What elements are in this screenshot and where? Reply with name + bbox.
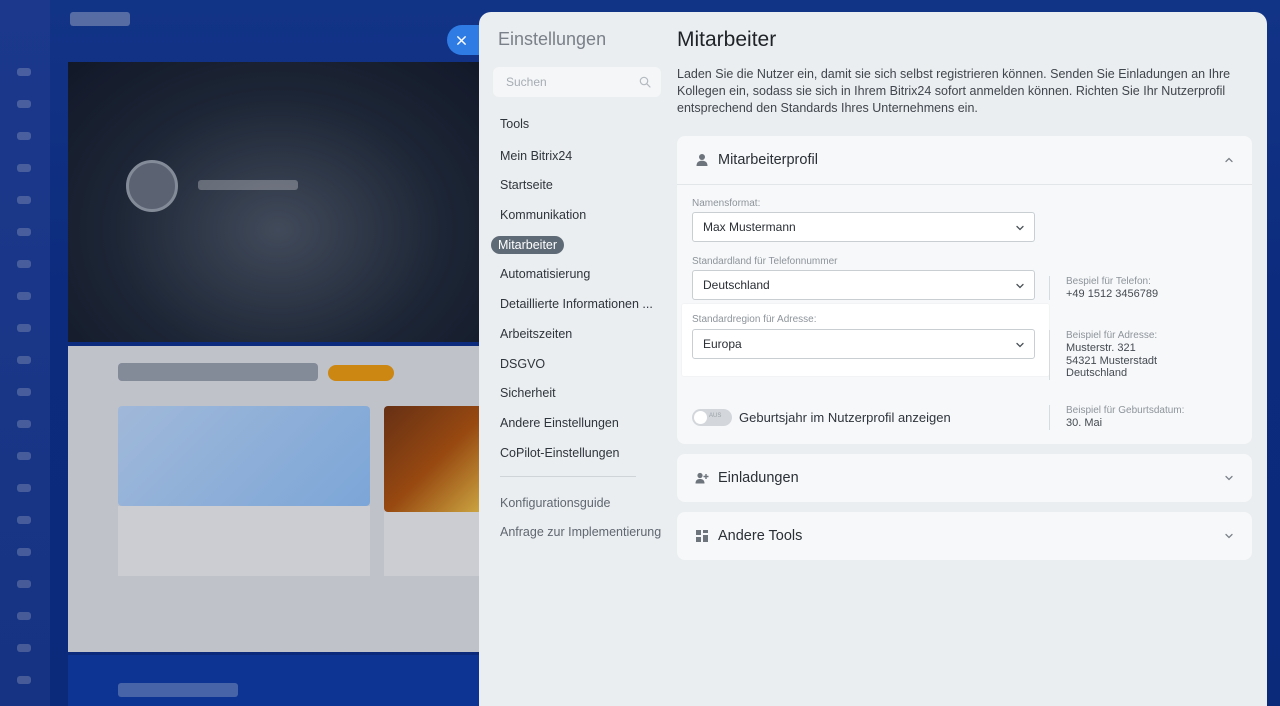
sidebar-item-mein-bitrix24[interactable]: Mein Bitrix24	[500, 149, 572, 163]
page-title: Mitarbeiter	[677, 28, 777, 51]
toggle-knob	[694, 411, 707, 424]
sidebar-title: Einstellungen	[498, 29, 607, 49]
section-mitarbeiterprofil-header[interactable]: Mitarbeiterprofil	[677, 136, 1252, 184]
section-mitarbeiterprofil: Mitarbeiterprofil Namensformat: Max Must…	[677, 136, 1252, 444]
chevron-up-icon[interactable]	[1224, 155, 1234, 165]
page-description: Laden Sie die Nutzer ein, damit sie sich…	[677, 67, 1231, 115]
section-andere-tools-header[interactable]: Andere Tools	[677, 512, 1252, 560]
sidebar-item-arbeitszeiten[interactable]: Arbeitszeiten	[500, 327, 572, 341]
address-example-label: Beispiel für Adresse:	[1066, 330, 1158, 341]
chevron-down-icon[interactable]	[1224, 531, 1234, 541]
sidebar-item-mitarbeiter[interactable]: Mitarbeiter	[491, 236, 565, 254]
sidebar-item-automatisierung[interactable]: Automatisierung	[500, 267, 590, 281]
settings-sidebar: Einstellungen Tools Mein Bitrix24 Starts…	[479, 12, 665, 706]
address-example-line: Deutschland	[1066, 367, 1128, 379]
chevron-down-icon	[1016, 225, 1024, 231]
section-title: Andere Tools	[718, 528, 803, 544]
sidebar-item-konfigurationsguide[interactable]: Konfigurationsguide	[500, 496, 611, 510]
chevron-down-icon	[1016, 283, 1024, 289]
settings-panel: Einstellungen Tools Mein Bitrix24 Starts…	[479, 12, 1267, 706]
sidebar-item-copilot-einstellungen[interactable]: CoPilot-Einstellungen	[500, 446, 620, 460]
phone-example-value: +49 1512 3456789	[1066, 288, 1159, 300]
address-example-line: 54321 Musterstadt	[1066, 354, 1158, 367]
name-format-value: Max Mustermann	[703, 220, 796, 234]
sidebar-item-tools[interactable]: Tools	[500, 117, 529, 131]
name-format-label: Namensformat:	[692, 198, 761, 209]
section-andere-tools: Andere Tools	[677, 512, 1252, 560]
phone-example-label: Bespiel für Telefon:	[1066, 276, 1151, 287]
chevron-down-icon	[1016, 342, 1024, 348]
birth-year-toggle[interactable]: AUS	[692, 409, 732, 426]
sidebar-divider	[500, 476, 636, 477]
phone-country-select[interactable]: Deutschland	[692, 270, 1035, 300]
birthdate-example: Beispiel für Geburtsdatum: 30. Mai	[1049, 405, 1184, 430]
sidebar-item-dsgvo[interactable]: DSGVO	[500, 357, 545, 371]
phone-country-value: Deutschland	[703, 278, 770, 292]
birthdate-example-label: Beispiel für Geburtsdatum:	[1066, 405, 1185, 416]
section-title: Mitarbeiterprofil	[718, 152, 818, 168]
grid-icon	[696, 530, 708, 542]
address-region-label: Standardregion für Adresse:	[692, 314, 817, 325]
toggle-state: AUS	[709, 413, 722, 419]
sidebar-item-sicherheit[interactable]: Sicherheit	[500, 386, 556, 400]
phone-example: Bespiel für Telefon: +49 1512 3456789	[1049, 276, 1158, 300]
sidebar-item-detaillierte-informationen[interactable]: Detaillierte Informationen ...	[500, 297, 653, 311]
section-einladungen-header[interactable]: Einladungen	[677, 454, 1252, 502]
address-region-select[interactable]: Europa	[692, 329, 1035, 359]
close-icon	[457, 35, 466, 45]
name-format-select[interactable]: Max Mustermann	[692, 212, 1035, 242]
birth-year-toggle-label: Geburtsjahr im Nutzerprofil anzeigen	[739, 410, 951, 425]
section-divider	[677, 184, 1252, 185]
section-einladungen: Einladungen	[677, 454, 1252, 502]
address-example: Beispiel für Adresse: Musterstr. 321 543…	[1049, 330, 1157, 380]
user-icon	[696, 154, 708, 166]
address-example-line: Musterstr. 321	[1066, 342, 1136, 354]
search-input[interactable]	[506, 75, 639, 89]
sidebar-item-anfrage-implementierung[interactable]: Anfrage zur Implementierung	[500, 525, 661, 539]
sidebar-item-andere-einstellungen[interactable]: Andere Einstellungen	[500, 416, 619, 430]
chevron-down-icon[interactable]	[1224, 473, 1234, 483]
search-icon	[639, 76, 651, 88]
search-box[interactable]	[493, 67, 661, 97]
section-title: Einladungen	[718, 470, 799, 486]
address-region-value: Europa	[703, 337, 742, 351]
sidebar-item-kommunikation[interactable]: Kommunikation	[500, 208, 586, 222]
phone-country-label: Standardland für Telefonnummer	[692, 256, 838, 267]
add-user-icon	[695, 472, 709, 484]
birthdate-example-value: 30. Mai	[1066, 417, 1103, 429]
sidebar-item-startseite[interactable]: Startseite	[500, 178, 553, 192]
